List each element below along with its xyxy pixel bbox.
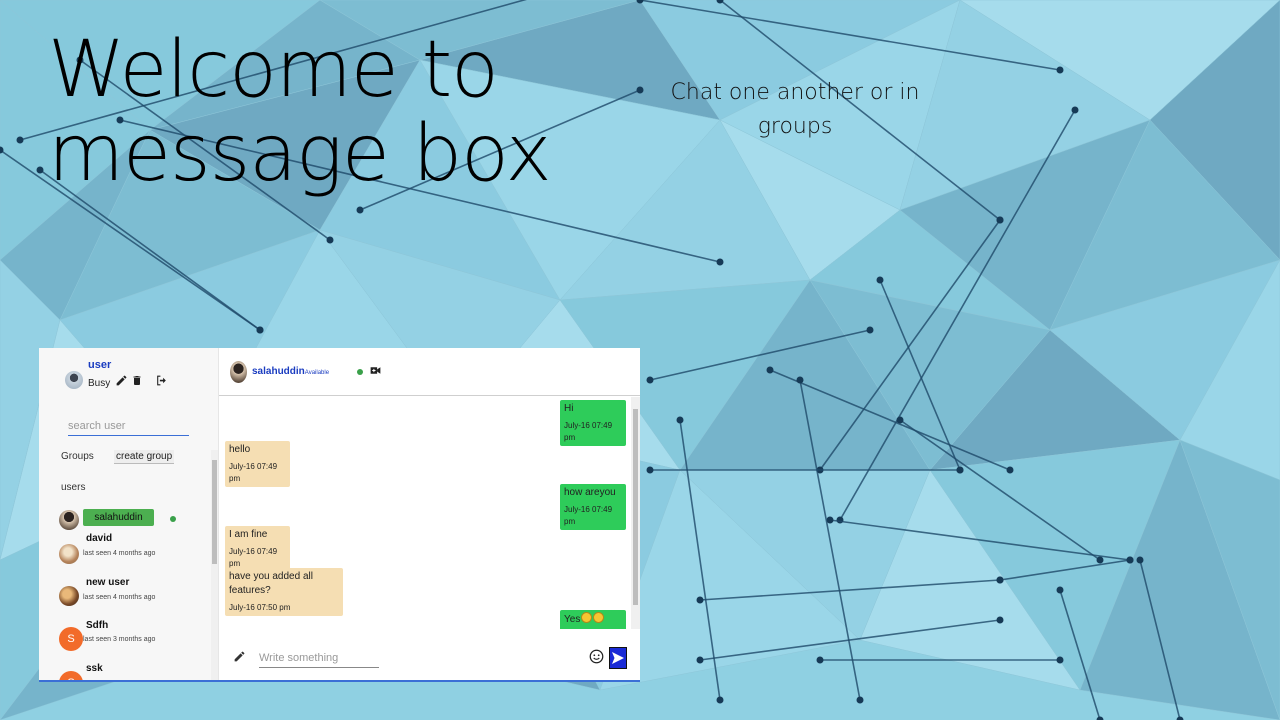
message-bubble: hello July-16 07:49 pm [225,441,290,487]
message-bubble: Hi July-16 07:49 pm [560,400,626,446]
online-indicator [170,516,176,522]
user-list: salahuddin david last seen 4 months ago … [39,506,211,680]
trash-icon[interactable] [131,374,143,387]
contact-name[interactable]: salahuddinAvailable [252,366,329,377]
message-time: July-16 07:49 pm [564,505,613,526]
logout-icon[interactable] [155,374,168,387]
users-label: users [61,482,86,493]
user-item-new-user[interactable]: new user last seen 4 months ago [39,574,211,616]
message-input[interactable] [259,648,379,668]
chat-scrollbar[interactable] [631,397,640,629]
user-name: david [86,533,113,544]
last-seen: last seen 3 months ago [83,636,156,643]
message-text: hello [229,444,251,455]
search-input[interactable] [68,416,189,436]
user-name: ssk [86,663,103,674]
avatar [59,586,79,606]
scrollbar-thumb[interactable] [633,409,638,605]
user-item-david[interactable]: david last seen 4 months ago [39,530,211,572]
headline: Welcome to message box [48,25,552,199]
current-user-status[interactable]: Busy [88,378,110,389]
blush-emoji-icon [581,612,593,623]
message-time: July-16 07:50 pm [229,603,291,612]
message-text-value: Yes [564,614,581,625]
message-composer [219,631,640,680]
smiley-icon[interactable] [589,649,604,664]
message-text: Yes [564,612,622,627]
current-user-name[interactable]: user [88,359,111,371]
scrollbar-thumb[interactable] [212,460,217,564]
chat-panel: salahuddinAvailable Hi July-16 07:49 pm … [219,348,640,680]
message-text: have you added all features? [229,571,313,596]
user-name: salahuddin [83,509,154,526]
message-text: I am fine [229,529,268,540]
avatar: S [59,671,83,680]
avatar: S [59,627,83,651]
message-text: Hi [564,403,574,414]
send-icon [612,652,624,664]
avatar[interactable] [230,361,247,383]
current-user-panel: user Busy [65,358,215,398]
tagline: Chat one another or in groups [670,80,920,139]
avatar [59,510,79,530]
blush-emoji-icon [593,612,605,623]
user-item-ssk[interactable]: S ssk [39,662,211,680]
message-bubble: how areyou July-16 07:49 pm [560,484,626,530]
message-time: July-16 07:49 pm [229,462,278,483]
contact-name-text: salahuddin [252,366,305,377]
message-time: July-16 07:49 pm [564,421,613,442]
message-bubble: I am fine July-16 07:49 pm [225,526,290,572]
contact-status: Available [304,370,330,376]
video-camera-icon[interactable] [369,364,382,377]
pencil-icon[interactable] [115,374,128,387]
message-time: July-16 07:49 pm [229,547,278,568]
chat-header: salahuddinAvailable [219,348,640,396]
avatar [59,544,79,564]
sidebar: user Busy Groups create group users sala… [39,348,219,680]
user-name: new user [86,577,130,588]
last-seen: last seen 4 months ago [83,550,156,557]
user-name: Sdfh [86,620,109,631]
online-indicator [357,369,363,375]
create-group-button[interactable]: create group [114,450,175,464]
message-text: how areyou [564,487,616,498]
send-button[interactable] [609,647,627,669]
user-item-sdfh[interactable]: S Sdfh last seen 3 months ago [39,618,211,660]
chat-app-window: user Busy Groups create group users sala… [39,348,640,682]
groups-label[interactable]: Groups [61,451,94,462]
message-bubble: have you added all features? July-16 07:… [225,568,343,616]
message-list: Hi July-16 07:49 pm hello July-16 07:49 … [219,397,632,629]
pencil-icon [234,651,245,662]
message-bubble: Yes [560,610,626,629]
avatar[interactable] [65,371,83,389]
last-seen: last seen 4 months ago [83,594,156,601]
sidebar-scrollbar[interactable] [211,450,218,680]
